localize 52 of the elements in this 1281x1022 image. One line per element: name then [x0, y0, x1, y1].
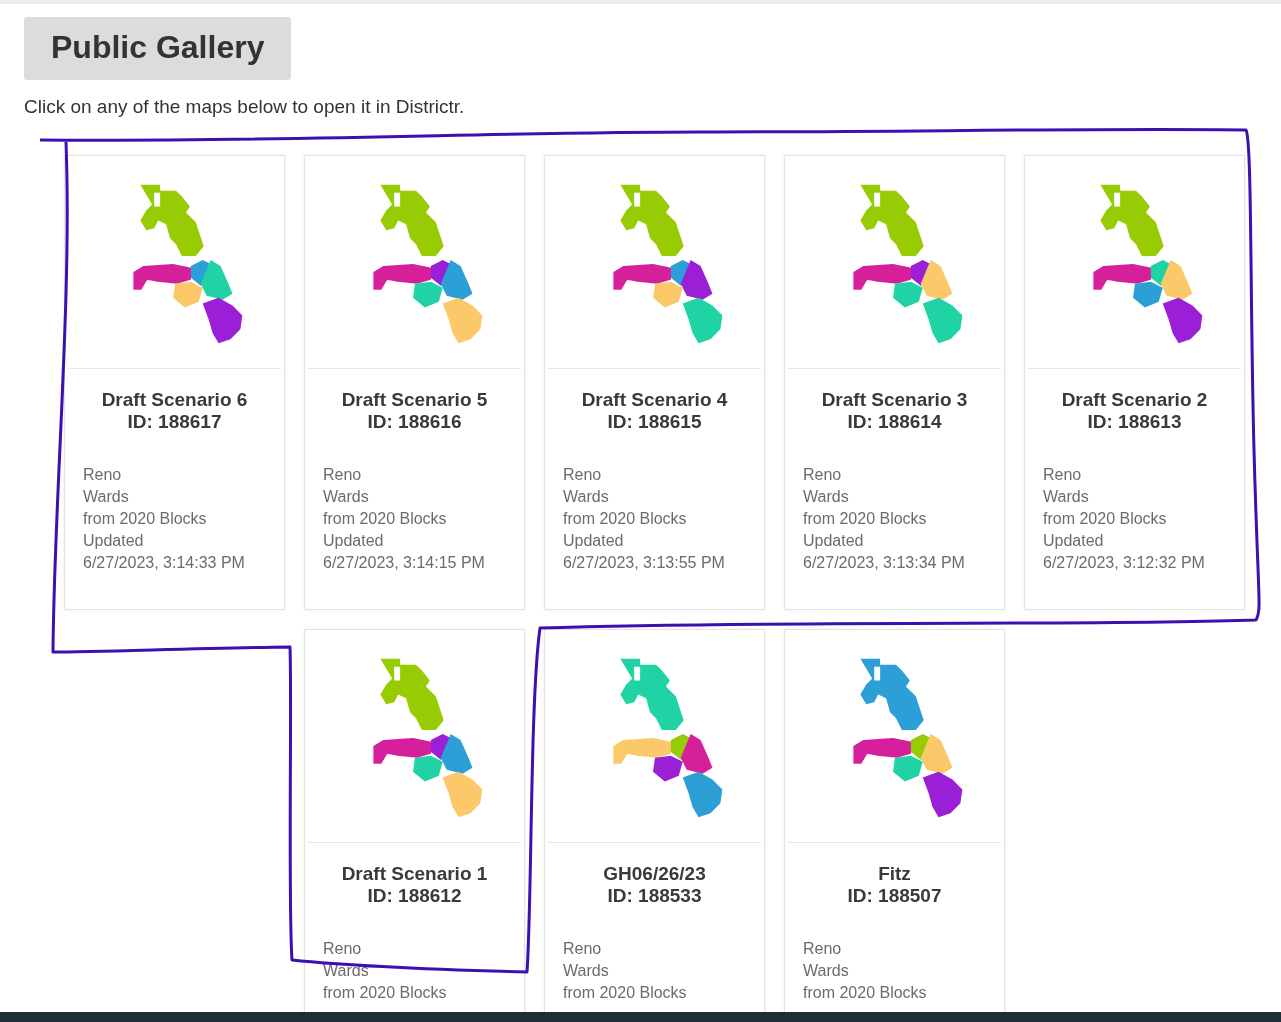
map-detail: 6/27/2023, 3:12:32 PM: [1043, 553, 1206, 573]
map-detail: from 2020 Blocks: [1043, 509, 1168, 529]
map-detail: 6/27/2023, 3:13:34 PM: [803, 553, 966, 573]
map-detail: Wards: [83, 487, 130, 507]
map-detail: from 2020 Blocks: [563, 983, 688, 1003]
page-title: Public Gallery: [24, 17, 292, 80]
map-detail: Reno: [563, 465, 603, 485]
map-detail: Updated: [83, 531, 145, 551]
map-title: Draft Scenario 4 ID: 188615: [580, 389, 729, 433]
map-card[interactable]: GH06/26/23 ID: 188533 Reno Wards from 2020 Blocks: [544, 629, 765, 1012]
map-title: GH06/26/23 ID: 188533: [602, 863, 707, 907]
map-detail: 6/27/2023, 3:14:15 PM: [323, 553, 486, 573]
map-title: Draft Scenario 2 ID: 188613: [1060, 389, 1209, 433]
intro-text: Click on any of the maps below to open it in Districtr.: [24, 96, 466, 118]
map-detail: Wards: [803, 487, 850, 507]
map-card[interactable]: Fitz ID: 188507 Reno Wards from 2020 Blocks: [784, 629, 1005, 1012]
map-detail: from 2020 Blocks: [563, 509, 688, 529]
map-detail: Updated: [563, 531, 625, 551]
map-detail: Wards: [1043, 487, 1090, 507]
map-card[interactable]: Draft Scenario 2 ID: 188613 Reno Wards from 2020 Blocks Updated 6/27/2023, 3:12:32 PM: [1024, 155, 1245, 610]
map-detail: Wards: [803, 961, 850, 981]
map-detail: Reno: [323, 465, 363, 485]
map-detail: Wards: [563, 961, 610, 981]
map-detail: Updated: [323, 531, 385, 551]
map-detail: Reno: [803, 465, 843, 485]
map-detail: Reno: [323, 939, 363, 959]
map-card[interactable]: Draft Scenario 5 ID: 188616 Reno Wards from 2020 Blocks Updated 6/27/2023, 3:14:15 PM: [304, 155, 525, 610]
map-card[interactable]: Draft Scenario 1 ID: 188612 Reno Wards from 2020 Blocks: [304, 629, 525, 1012]
map-card[interactable]: Draft Scenario 4 ID: 188615 Reno Wards from 2020 Blocks Updated 6/27/2023, 3:13:55 PM: [544, 155, 765, 610]
map-detail: Updated: [1043, 531, 1105, 551]
map-card[interactable]: Draft Scenario 6 ID: 188617 Reno Wards from 2020 Blocks Updated 6/27/2023, 3:14:33 PM: [64, 155, 285, 610]
map-detail: 6/27/2023, 3:14:33 PM: [83, 553, 246, 573]
map-detail: Reno: [83, 465, 123, 485]
map-title: Draft Scenario 5 ID: 188616: [340, 389, 489, 433]
map-detail: Reno: [1043, 465, 1083, 485]
map-detail: from 2020 Blocks: [83, 509, 208, 529]
map-title: Draft Scenario 6 ID: 188617: [100, 389, 249, 433]
map-title: Draft Scenario 1 ID: 188612: [340, 863, 489, 907]
map-title: Draft Scenario 3 ID: 188614: [820, 389, 969, 433]
map-detail: Wards: [563, 487, 610, 507]
map-detail: 6/27/2023, 3:13:55 PM: [563, 553, 726, 573]
map-detail: Reno: [803, 939, 843, 959]
map-detail: from 2020 Blocks: [803, 509, 928, 529]
map-detail: Wards: [323, 961, 370, 981]
map-detail: Reno: [563, 939, 603, 959]
map-detail: from 2020 Blocks: [323, 509, 448, 529]
map-card[interactable]: Draft Scenario 3 ID: 188614 Reno Wards from 2020 Blocks Updated 6/27/2023, 3:13:34 PM: [784, 155, 1005, 610]
map-detail: from 2020 Blocks: [803, 983, 928, 1003]
map-detail: Updated: [803, 531, 865, 551]
map-detail: from 2020 Blocks: [323, 983, 448, 1003]
map-detail: Wards: [323, 487, 370, 507]
map-title: Fitz ID: 188507: [846, 863, 943, 907]
